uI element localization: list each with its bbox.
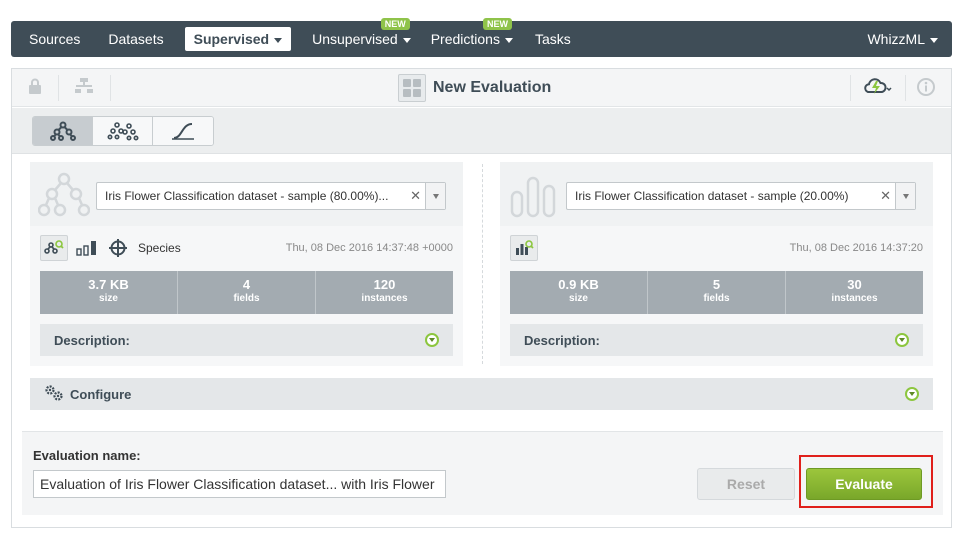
nav-sources[interactable]: Sources: [20, 27, 89, 51]
model-description-toggle[interactable]: Description:: [40, 324, 453, 356]
expand-circle-icon[interactable]: [425, 333, 439, 347]
model-select-value: Iris Flower Classification dataset - sam…: [105, 189, 389, 203]
dataset-stats: 0.9 KB size 5 fields 30 instances: [510, 271, 923, 314]
chevron-down-icon[interactable]: [425, 183, 445, 209]
nav-unsupervised-label: Unsupervised: [312, 31, 398, 47]
nav-tasks-label: Tasks: [534, 31, 571, 47]
nav-sources-label: Sources: [29, 31, 81, 47]
model-tree-icon: [37, 172, 91, 221]
top-navbar: Sources Datasets Supervised Unsupervised…: [11, 18, 952, 57]
evaluate-button[interactable]: Evaluate: [806, 468, 922, 500]
lock-icon[interactable]: [28, 78, 42, 99]
stat-instances: 30 instances: [786, 271, 923, 314]
stat-fields: 5 fields: [648, 271, 786, 314]
nav-supervised-label: Supervised: [193, 31, 270, 47]
logistic-curve-icon[interactable]: [153, 117, 213, 145]
model-meta-row: Species Thu, 08 Dec 2016 14:37:48 +0000: [40, 235, 453, 261]
chevron-down-icon: [930, 37, 938, 43]
nav-predictions[interactable]: Predictions NEW: [422, 18, 522, 51]
page-title-group: New Evaluation: [398, 74, 551, 102]
description-label: Description:: [524, 332, 600, 348]
expand-circle-icon[interactable]: [905, 387, 919, 401]
page-title: New Evaluation: [433, 79, 552, 96]
chevron-down-icon: [504, 37, 513, 43]
model-type-tabs: [32, 116, 214, 146]
target-field-label: Species: [138, 241, 181, 255]
evaluation-name-label: Evaluation name:: [33, 448, 141, 463]
panel-titlebar: New Evaluation: [12, 69, 951, 107]
stat-label: fields: [703, 293, 730, 304]
ensemble-icon[interactable]: [93, 117, 153, 145]
evaluation-panel: New Evaluation Iris Flower Classificatio…: [11, 68, 952, 528]
model-icon[interactable]: [33, 117, 93, 145]
model-stats: 3.7 KB size 4 fields 120 instances: [40, 271, 453, 314]
stat-size: 3.7 KB size: [40, 271, 178, 314]
evaluation-icon: [398, 74, 426, 102]
nav-whizzml[interactable]: WhizzML: [858, 27, 952, 51]
cloud-power-icon[interactable]: [864, 77, 894, 102]
dataset-meta-row: Thu, 08 Dec 2016 14:37:20: [510, 235, 923, 261]
tree-structure-icon[interactable]: [74, 78, 94, 99]
configure-label: Configure: [70, 386, 132, 402]
evaluation-name-input[interactable]: [33, 470, 446, 498]
nav-unsupervised[interactable]: Unsupervised NEW: [303, 18, 420, 51]
model-type-tabbar: [12, 108, 951, 154]
model-select[interactable]: Iris Flower Classification dataset - sam…: [96, 182, 446, 210]
nav-tasks[interactable]: Tasks: [526, 27, 580, 51]
expand-circle-icon[interactable]: [895, 333, 909, 347]
nav-datasets[interactable]: Datasets: [99, 27, 172, 51]
evaluation-footer: Evaluation name: Reset Evaluate: [22, 431, 943, 515]
stat-label: size: [99, 293, 118, 304]
stat-value: 120: [373, 277, 396, 292]
stat-value: 4: [242, 277, 251, 292]
reset-button[interactable]: Reset: [697, 468, 795, 500]
new-badge: NEW: [380, 18, 410, 30]
stat-fields: 4 fields: [178, 271, 316, 314]
stat-label: size: [569, 293, 588, 304]
target-icon: [108, 238, 128, 258]
nav-supervised[interactable]: Supervised: [184, 27, 292, 51]
clear-icon[interactable]: ✕: [410, 183, 421, 209]
card-divider: [482, 164, 483, 364]
model-card: Iris Flower Classification dataset - sam…: [30, 162, 463, 366]
dataset-description-toggle[interactable]: Description:: [510, 324, 923, 356]
stat-value: 3.7 KB: [88, 277, 129, 292]
bar-chart-icon[interactable]: [76, 240, 98, 256]
stat-label: instances: [361, 293, 408, 304]
stat-value: 0.9 KB: [558, 277, 599, 292]
model-timestamp: Thu, 08 Dec 2016 14:37:48 +0000: [285, 242, 453, 254]
info-icon[interactable]: [917, 78, 935, 101]
dataset-timestamp: Thu, 08 Dec 2016 14:37:20: [789, 242, 923, 254]
stat-label: fields: [233, 293, 260, 304]
stat-size: 0.9 KB size: [510, 271, 648, 314]
chevron-down-icon: [402, 37, 411, 43]
nav-whizzml-label: WhizzML: [867, 31, 925, 47]
model-selector-area: Iris Flower Classification dataset - sam…: [30, 162, 463, 226]
dataset-card: Iris Flower Classification dataset - sam…: [500, 162, 933, 366]
stat-instances: 120 instances: [316, 271, 453, 314]
clear-icon[interactable]: ✕: [880, 183, 891, 209]
gears-icon: [44, 384, 64, 405]
dataset-select[interactable]: Iris Flower Classification dataset - sam…: [566, 182, 916, 210]
dataset-bars-icon: [510, 174, 558, 221]
model-search-icon[interactable]: [40, 235, 68, 261]
nav-predictions-label: Predictions: [430, 31, 500, 47]
dataset-select-value: Iris Flower Classification dataset - sam…: [575, 189, 849, 203]
dataset-search-icon[interactable]: [510, 235, 538, 261]
nav-datasets-label: Datasets: [108, 31, 164, 47]
dataset-selector-area: Iris Flower Classification dataset - sam…: [500, 162, 933, 226]
stat-label: instances: [831, 293, 878, 304]
stat-value: 30: [847, 277, 862, 292]
new-badge: NEW: [482, 18, 512, 30]
configure-toggle[interactable]: Configure: [30, 378, 933, 410]
chevron-down-icon: [274, 37, 283, 43]
description-label: Description:: [54, 332, 130, 348]
chevron-down-icon[interactable]: [895, 183, 915, 209]
stat-value: 5: [712, 277, 721, 292]
